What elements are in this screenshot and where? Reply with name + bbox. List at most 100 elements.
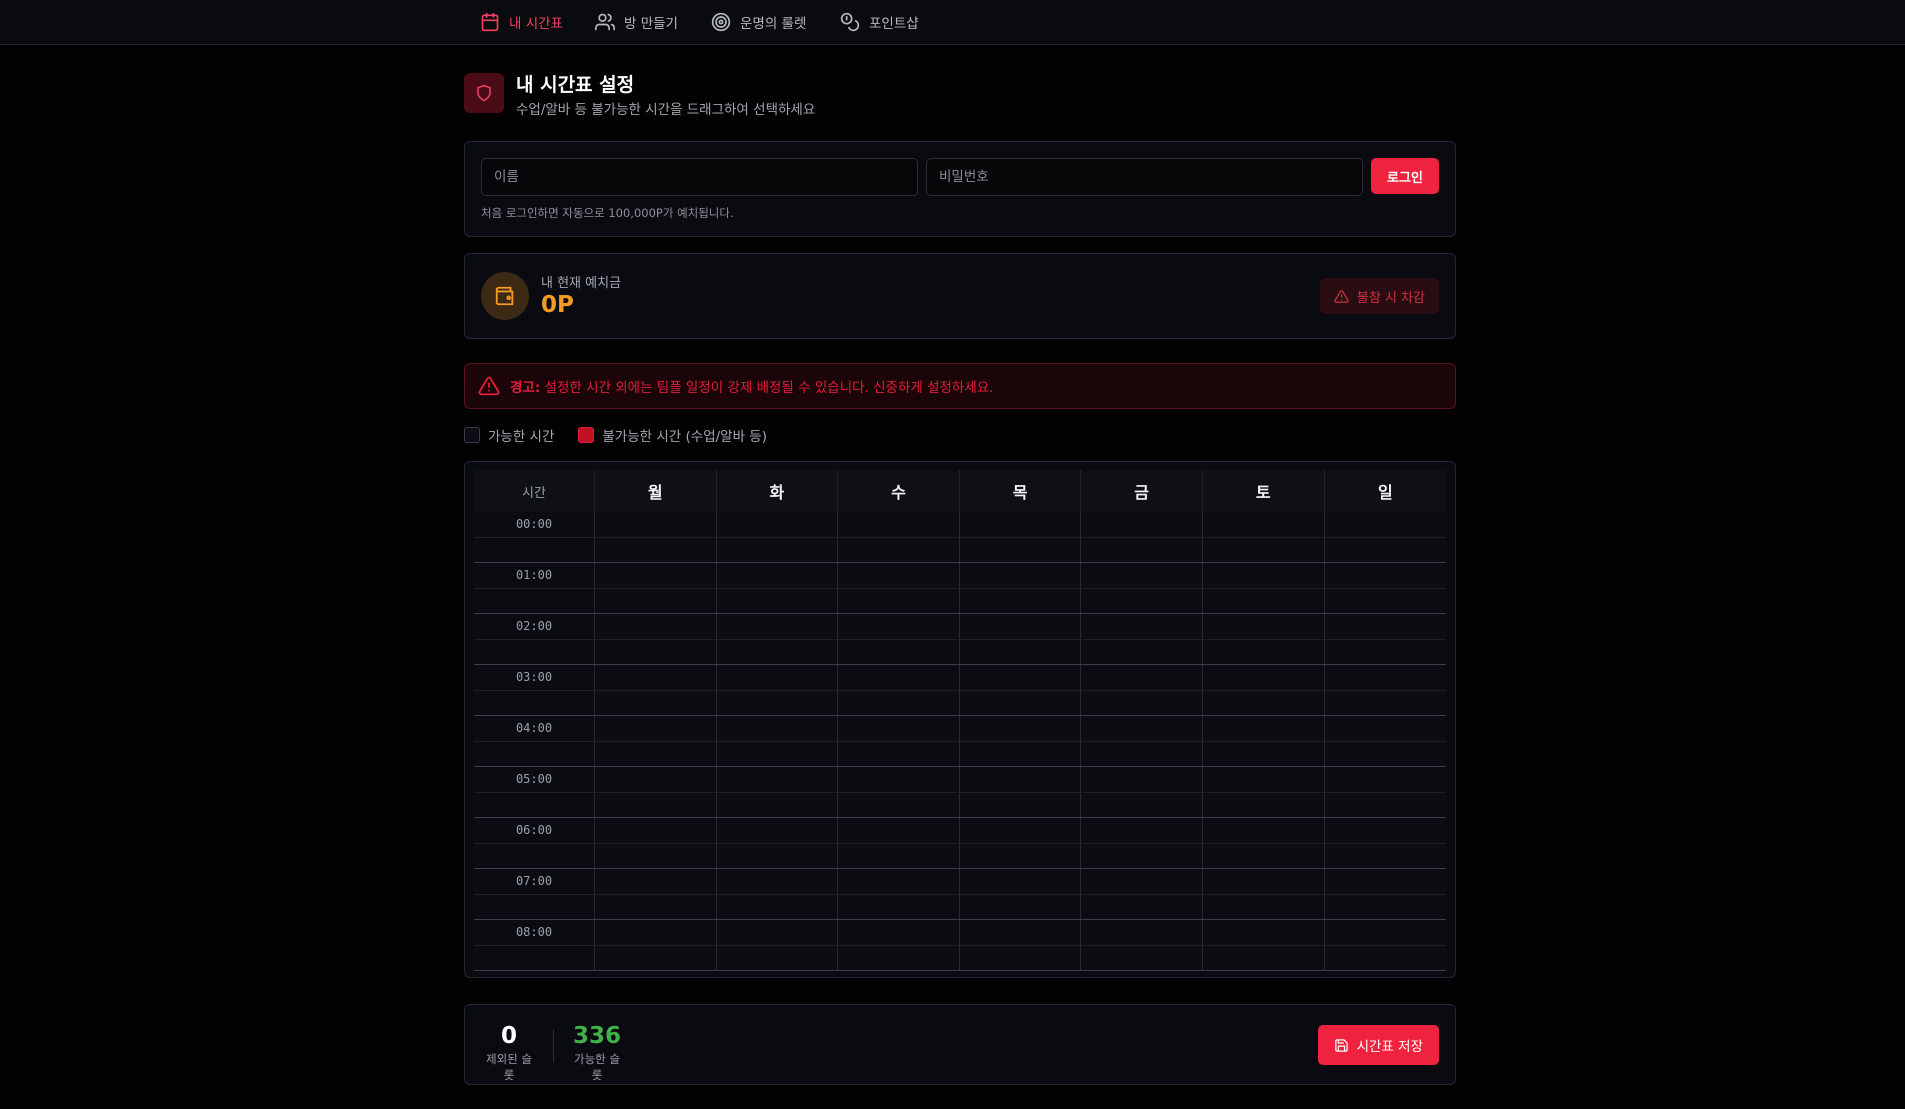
time-slot-cell[interactable] xyxy=(1081,767,1203,792)
time-slot-cell[interactable] xyxy=(1324,869,1447,894)
time-slot-cell[interactable] xyxy=(595,792,717,817)
time-slot-cell[interactable] xyxy=(595,512,717,537)
time-slot-cell[interactable] xyxy=(959,716,1082,741)
time-slot-cell[interactable] xyxy=(1081,588,1203,613)
time-slot-cell[interactable] xyxy=(1202,537,1325,562)
time-slot-cell[interactable] xyxy=(1324,716,1447,741)
time-slot-cell[interactable] xyxy=(959,792,1082,817)
time-slot-cell[interactable] xyxy=(959,894,1082,919)
time-slot-cell[interactable] xyxy=(959,818,1082,843)
time-slot-cell[interactable] xyxy=(838,894,960,919)
time-slot-cell[interactable] xyxy=(838,563,960,588)
time-slot-cell[interactable] xyxy=(838,945,960,970)
time-slot-cell[interactable] xyxy=(838,537,960,562)
time-slot-cell[interactable] xyxy=(1324,512,1447,537)
time-slot-cell[interactable] xyxy=(1202,614,1325,639)
time-slot-cell[interactable] xyxy=(716,537,839,562)
time-slot-cell[interactable] xyxy=(595,716,717,741)
time-slot-cell[interactable] xyxy=(1081,639,1203,664)
time-slot-cell[interactable] xyxy=(1202,945,1325,970)
time-slot-cell[interactable] xyxy=(716,741,839,766)
time-slot-cell[interactable] xyxy=(959,614,1082,639)
time-slot-cell[interactable] xyxy=(838,512,960,537)
time-slot-cell[interactable] xyxy=(838,741,960,766)
time-slot-cell[interactable] xyxy=(1081,894,1203,919)
time-slot-cell[interactable] xyxy=(716,690,839,715)
time-slot-cell[interactable] xyxy=(838,665,960,690)
time-slot-cell[interactable] xyxy=(838,588,960,613)
time-slot-cell[interactable] xyxy=(595,741,717,766)
time-slot-cell[interactable] xyxy=(595,588,717,613)
time-slot-cell[interactable] xyxy=(1081,665,1203,690)
time-slot-cell[interactable] xyxy=(1324,767,1447,792)
time-slot-cell[interactable] xyxy=(716,818,839,843)
time-slot-cell[interactable] xyxy=(1081,945,1203,970)
time-slot-cell[interactable] xyxy=(959,665,1082,690)
time-slot-cell[interactable] xyxy=(959,588,1082,613)
nav-item-create-room[interactable]: 방 만들기 xyxy=(595,0,678,44)
nav-item-roulette[interactable]: 운명의 룰렛 xyxy=(711,0,806,44)
time-slot-cell[interactable] xyxy=(1081,563,1203,588)
time-slot-cell[interactable] xyxy=(838,920,960,945)
time-slot-cell[interactable] xyxy=(716,843,839,868)
time-slot-cell[interactable] xyxy=(716,614,839,639)
time-slot-cell[interactable] xyxy=(716,920,839,945)
time-slot-cell[interactable] xyxy=(595,767,717,792)
time-slot-cell[interactable] xyxy=(959,741,1082,766)
time-slot-cell[interactable] xyxy=(1081,792,1203,817)
time-slot-cell[interactable] xyxy=(1202,639,1325,664)
time-slot-cell[interactable] xyxy=(1324,894,1447,919)
time-slot-cell[interactable] xyxy=(716,869,839,894)
time-slot-cell[interactable] xyxy=(716,563,839,588)
login-button[interactable]: 로그인 xyxy=(1371,158,1439,194)
time-slot-cell[interactable] xyxy=(959,869,1082,894)
nav-item-my-timetable[interactable]: 내 시간표 xyxy=(480,0,563,44)
name-input[interactable] xyxy=(481,158,918,196)
time-slot-cell[interactable] xyxy=(1324,614,1447,639)
time-slot-cell[interactable] xyxy=(1202,690,1325,715)
time-slot-cell[interactable] xyxy=(1324,665,1447,690)
time-slot-cell[interactable] xyxy=(1202,563,1325,588)
time-slot-cell[interactable] xyxy=(959,537,1082,562)
time-slot-cell[interactable] xyxy=(595,843,717,868)
time-slot-cell[interactable] xyxy=(838,716,960,741)
time-slot-cell[interactable] xyxy=(1202,894,1325,919)
time-slot-cell[interactable] xyxy=(1081,920,1203,945)
time-slot-cell[interactable] xyxy=(1081,818,1203,843)
time-slot-cell[interactable] xyxy=(1202,920,1325,945)
save-timetable-button[interactable]: 시간표 저장 xyxy=(1317,1025,1439,1065)
time-slot-cell[interactable] xyxy=(1324,537,1447,562)
time-slot-cell[interactable] xyxy=(838,690,960,715)
time-slot-cell[interactable] xyxy=(1324,945,1447,970)
time-slot-cell[interactable] xyxy=(959,639,1082,664)
time-slot-cell[interactable] xyxy=(959,767,1082,792)
time-slot-cell[interactable] xyxy=(838,639,960,664)
time-slot-cell[interactable] xyxy=(1324,563,1447,588)
time-slot-cell[interactable] xyxy=(1324,843,1447,868)
time-slot-cell[interactable] xyxy=(595,614,717,639)
time-slot-cell[interactable] xyxy=(1202,818,1325,843)
time-slot-cell[interactable] xyxy=(1202,665,1325,690)
time-slot-cell[interactable] xyxy=(1081,614,1203,639)
time-slot-cell[interactable] xyxy=(1202,741,1325,766)
time-slot-cell[interactable] xyxy=(838,792,960,817)
time-slot-cell[interactable] xyxy=(595,818,717,843)
time-slot-cell[interactable] xyxy=(1202,767,1325,792)
nav-item-point-shop[interactable]: 포인트샵 xyxy=(840,0,919,44)
time-slot-cell[interactable] xyxy=(1081,716,1203,741)
time-slot-cell[interactable] xyxy=(1324,920,1447,945)
password-input[interactable] xyxy=(926,158,1363,196)
time-slot-cell[interactable] xyxy=(1202,792,1325,817)
time-slot-cell[interactable] xyxy=(1324,639,1447,664)
time-slot-cell[interactable] xyxy=(838,843,960,868)
time-slot-cell[interactable] xyxy=(716,894,839,919)
time-slot-cell[interactable] xyxy=(1324,741,1447,766)
time-slot-cell[interactable] xyxy=(716,665,839,690)
timetable-body[interactable]: 00:00 01:00 02:00 03:00 04:00 05:00 06:00 07:00… xyxy=(474,512,1447,971)
time-slot-cell[interactable] xyxy=(595,945,717,970)
time-slot-cell[interactable] xyxy=(1202,869,1325,894)
time-slot-cell[interactable] xyxy=(1324,690,1447,715)
time-slot-cell[interactable] xyxy=(959,690,1082,715)
time-slot-cell[interactable] xyxy=(959,563,1082,588)
time-slot-cell[interactable] xyxy=(959,512,1082,537)
